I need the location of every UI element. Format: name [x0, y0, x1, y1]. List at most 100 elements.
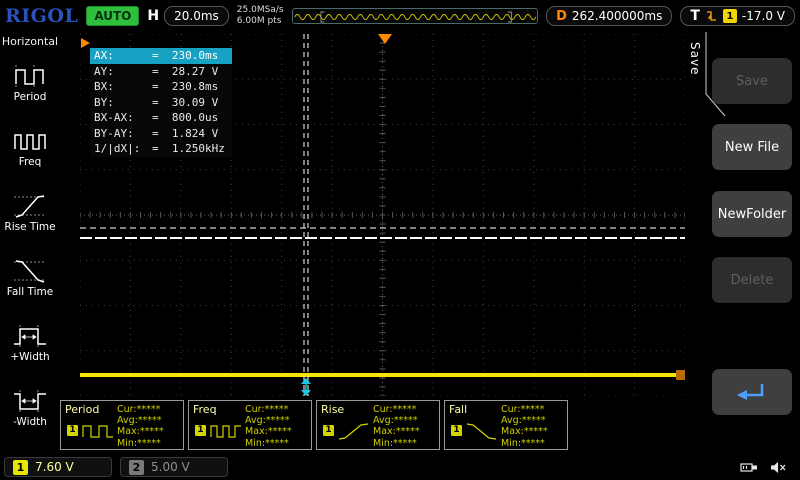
readout-value: = 230.8ms — [152, 80, 219, 93]
horizontal-label: H — [147, 8, 160, 24]
readout-label: BY-AY: — [94, 126, 134, 140]
measurement-values: Cur:***** Avg:***** Max:***** Min:***** — [373, 404, 420, 449]
softkey-menu: Save Save New File NewFolder Delete — [685, 32, 800, 480]
measurement-fall: Fall 1 Cur:***** Avg:***** Max:***** Min… — [444, 400, 568, 450]
trigger-readout: T 1 -17.0 V — [680, 6, 795, 26]
cursor-handle[interactable] — [301, 378, 311, 396]
channel2-status[interactable]: 2 5.00 V — [120, 457, 228, 477]
return-arrow-icon — [737, 384, 764, 400]
new-file-button[interactable]: New File — [712, 124, 792, 170]
menu-item-label: Period — [13, 90, 47, 103]
meas-max: Max:***** — [245, 426, 292, 438]
readout-row-bx: BX: = 230.8ms — [90, 79, 232, 95]
measurement-values: Cur:***** Avg:***** Max:***** Min:***** — [117, 404, 164, 449]
menu-item-fall-time[interactable]: Fall Time — [7, 245, 53, 310]
rise-time-icon — [14, 194, 46, 218]
trigger-source-badge: 1 — [722, 9, 737, 23]
meas-min: Min:***** — [245, 437, 289, 449]
measurement-freq: Freq 1 Cur:***** Avg:***** Max:***** Min… — [188, 400, 312, 450]
readout-label: 1/|dX|: — [94, 142, 141, 155]
readout-row-by: BY: = 30.09 V — [90, 95, 232, 111]
fall-time-icon — [13, 259, 46, 283]
menu-item-label: -Width — [13, 415, 47, 428]
meas-avg: Avg:***** — [501, 415, 546, 427]
minus-width-icon — [14, 389, 46, 412]
top-status-bar: RIGOL AUTO H 20.0ms 25.0MSa/s 6.00M pts … — [0, 0, 800, 32]
meas-min: Min:***** — [373, 437, 417, 449]
channel-badge: 1 — [67, 425, 78, 436]
measurement-rise: Rise 1 Cur:***** Avg:***** Max:***** Min… — [316, 400, 440, 450]
measurement-values: Cur:***** Avg:***** Max:***** Min:***** — [245, 404, 292, 449]
rise-waveform-icon — [338, 423, 369, 440]
menu-item-plus-width[interactable]: +Width — [10, 310, 50, 375]
readout-row-byay: BY-AY: = 1.824 V — [90, 126, 232, 142]
trigger-position-marker[interactable] — [378, 34, 392, 44]
back-button[interactable] — [712, 369, 792, 415]
waveform-position-preview[interactable] — [291, 8, 539, 24]
measurement-period: Period 1 Cur:***** Avg:***** Max:***** M… — [60, 400, 184, 450]
preview-waveform-icon — [293, 11, 536, 23]
meas-avg: Avg:***** — [117, 415, 162, 427]
channel2-badge: 2 — [129, 459, 144, 475]
fall-waveform-icon — [466, 423, 497, 440]
meas-cur: Cur:***** — [117, 404, 161, 415]
readout-label: BX-AX: — [94, 111, 134, 124]
delay-value: 262.400000ms — [571, 9, 663, 23]
menu-item-label: Fall Time — [6, 285, 54, 298]
readout-value: = 230.0ms — [152, 49, 219, 62]
readout-value: = 800.0us — [152, 111, 219, 124]
meas-min: Min:***** — [501, 437, 545, 449]
timebase-value[interactable]: 20.0ms — [164, 6, 229, 26]
cursor-readout-panel: AX: = 230.0ms AY: = 28.27 V BX: = 230.8m… — [90, 48, 232, 157]
system-icons — [740, 461, 796, 474]
meas-max: Max:***** — [373, 426, 420, 438]
left-edge-marker — [81, 38, 90, 48]
menu-item-period[interactable]: Period — [12, 50, 48, 115]
new-folder-button[interactable]: NewFolder — [712, 191, 792, 237]
period-icon — [15, 64, 44, 87]
trigger-label: T — [690, 8, 700, 24]
memory-depth: 6.00M pts — [236, 16, 282, 26]
readout-value: = 28.27 V — [152, 64, 219, 78]
sample-rate: 25.0MSa/s — [236, 4, 284, 15]
menu-item-minus-width[interactable]: -Width — [12, 375, 48, 440]
freq-waveform-icon — [210, 425, 241, 438]
channel2-scale: 5.00 V — [151, 460, 190, 474]
meas-avg: Avg:***** — [245, 415, 290, 427]
meas-cur: Cur:***** — [245, 404, 289, 415]
menu-item-label: Rise Time — [4, 220, 56, 233]
readout-row-ax: AX: = 230.0ms — [90, 48, 232, 64]
delay-readout: D 262.400000ms — [546, 6, 673, 26]
meas-max: Max:***** — [501, 426, 548, 438]
rigol-logo: RIGOL — [5, 5, 79, 27]
measure-menu-title: Horizontal — [1, 35, 59, 48]
readout-label: BX: — [94, 80, 114, 93]
readout-label: AX: — [94, 49, 114, 62]
period-waveform-icon — [82, 425, 113, 438]
meas-cur: Cur:***** — [373, 404, 417, 415]
measure-menu: Horizontal Period Freq Rise Time Fall Ti… — [0, 32, 60, 456]
freq-icon — [14, 133, 46, 150]
readout-row-bxax: BX-AX: = 800.0us — [90, 110, 232, 126]
save-button[interactable]: Save — [712, 58, 792, 104]
menu-item-rise-time[interactable]: Rise Time — [4, 180, 56, 245]
readout-value: = 30.09 V — [152, 95, 219, 109]
channel1-status[interactable]: 1 7.60 V — [4, 457, 112, 477]
channel-status-bar: 1 7.60 V 2 5.00 V — [0, 454, 800, 480]
channel-badge: 1 — [451, 425, 462, 436]
trigger-level-value: -17.0 V — [741, 9, 785, 23]
channel-badge: 1 — [323, 425, 334, 436]
delete-button[interactable]: Delete — [712, 257, 792, 303]
channel1-badge: 1 — [13, 459, 28, 475]
readout-label: AY: — [94, 64, 114, 78]
usb-icon — [740, 462, 757, 472]
trace-end-marker — [676, 370, 685, 380]
horizontal-scale-group[interactable]: H 20.0ms — [147, 6, 229, 26]
channel-badge: 1 — [195, 425, 206, 436]
speaker-mute-icon — [771, 461, 786, 473]
menu-item-freq[interactable]: Freq — [12, 115, 48, 180]
readout-value: = 1.250kHz — [152, 142, 225, 155]
plus-width-icon — [14, 324, 46, 347]
menu-item-label: Freq — [18, 155, 42, 168]
measurement-readouts: Period 1 Cur:***** Avg:***** Max:***** M… — [60, 400, 568, 450]
